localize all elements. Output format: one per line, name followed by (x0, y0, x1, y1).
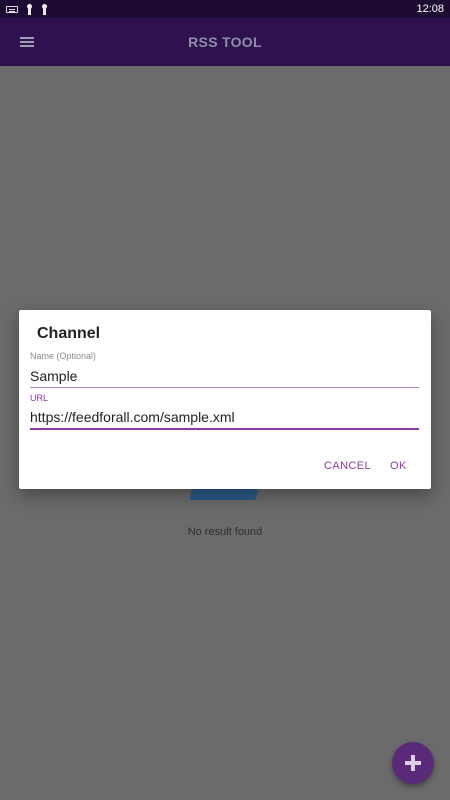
name-field-label: Name (Optional) (30, 351, 97, 361)
key-icon (41, 3, 48, 15)
name-input[interactable] (30, 364, 419, 388)
channel-dialog: Channel Name (Optional) URL CANCEL OK (19, 310, 431, 489)
add-channel-button[interactable] (392, 742, 434, 784)
empty-state-message: No result found (187, 526, 263, 538)
dialog-title: Channel (37, 325, 101, 342)
app-title: RSS TOOL (188, 34, 262, 50)
status-time: 12:08 (416, 3, 444, 15)
key-icon (26, 3, 33, 15)
ok-button[interactable]: OK (390, 460, 407, 472)
status-bar: 12:08 (0, 0, 450, 18)
url-field-label: URL (30, 393, 49, 403)
menu-icon[interactable] (20, 37, 34, 47)
app-bar: RSS TOOL (0, 18, 450, 66)
url-input[interactable] (30, 406, 419, 430)
keyboard-icon (6, 5, 18, 13)
cancel-button[interactable]: CANCEL (324, 460, 371, 472)
